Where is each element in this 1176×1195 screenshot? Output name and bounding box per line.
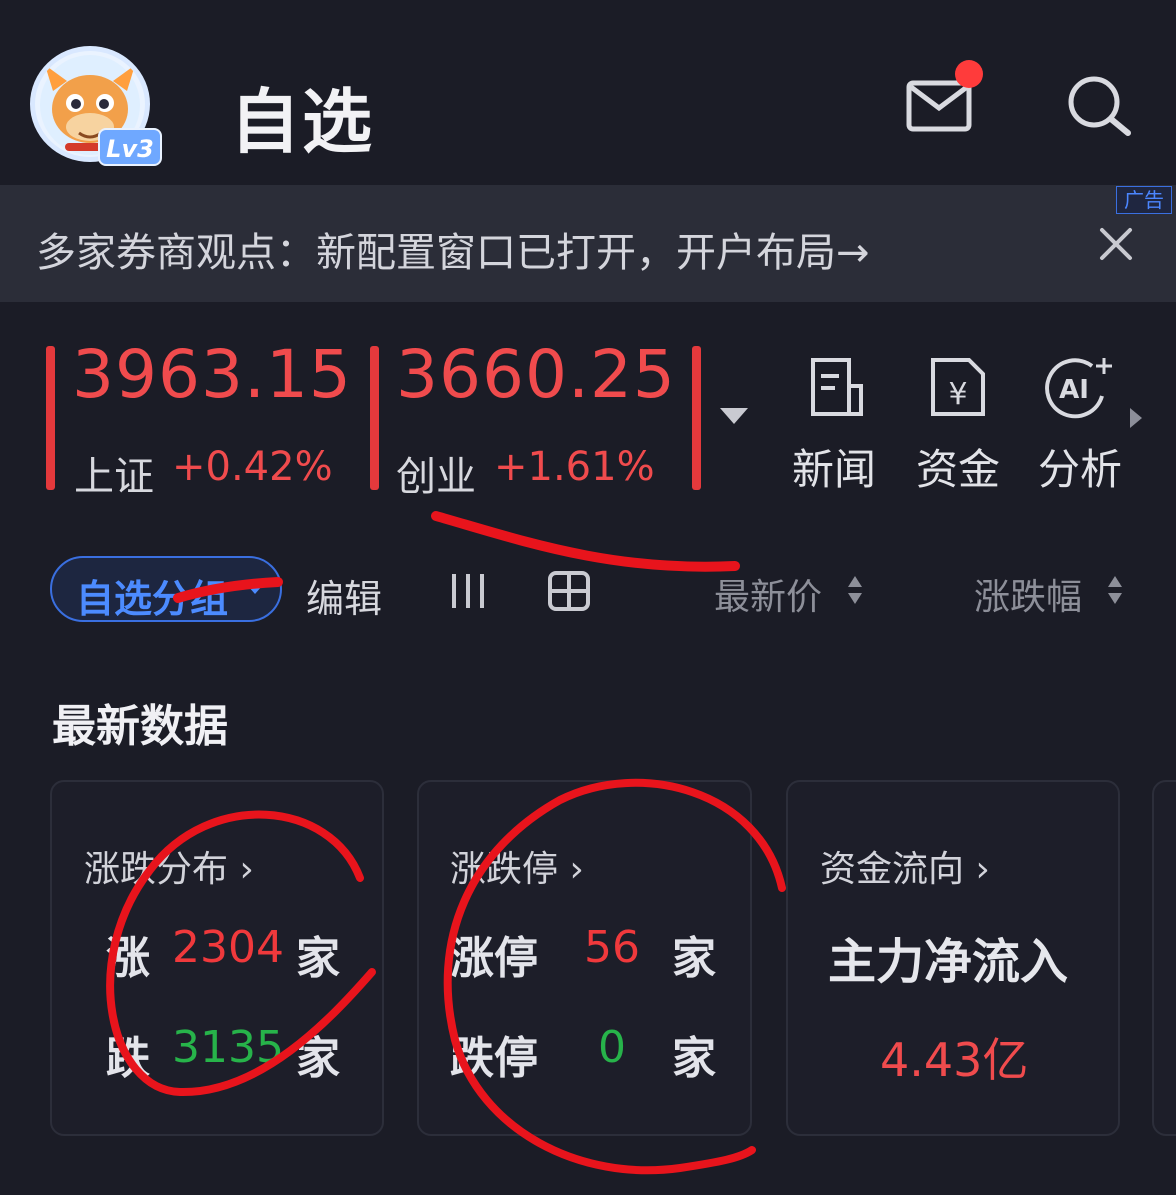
unit-label: 家 bbox=[296, 933, 340, 984]
notification-dot bbox=[955, 60, 983, 88]
tool-analysis[interactable]: AI 分析 bbox=[1030, 352, 1130, 494]
group-selector-label[interactable]: 自选分组 bbox=[76, 568, 228, 623]
news-icon bbox=[811, 358, 863, 416]
limit-down-label: 跌停 bbox=[450, 1033, 538, 1084]
section-title: 最新数据 bbox=[52, 701, 228, 752]
close-icon[interactable] bbox=[1096, 224, 1136, 264]
svg-text:AI: AI bbox=[1059, 375, 1089, 405]
index-name: 创业 bbox=[396, 454, 476, 500]
tool-label: 资金 bbox=[915, 445, 1000, 494]
columns-icon[interactable] bbox=[450, 572, 486, 610]
edit-button[interactable]: 编辑 bbox=[306, 568, 382, 623]
index-value: 3660.25 bbox=[396, 336, 676, 413]
unit-label: 家 bbox=[672, 1033, 716, 1084]
index-change: +0.42% bbox=[172, 444, 333, 490]
mail-icon[interactable] bbox=[906, 80, 972, 132]
ad-tag: 广告 bbox=[1116, 186, 1172, 214]
search-icon[interactable] bbox=[1066, 74, 1132, 136]
tool-label: 分析 bbox=[1037, 445, 1122, 494]
sort-latest-price[interactable]: 最新价 bbox=[714, 568, 822, 620]
index-value: 3963.15 bbox=[72, 336, 352, 413]
rise-label: 涨 bbox=[106, 933, 150, 984]
fall-count: 3135 bbox=[172, 1022, 284, 1073]
page-title: 自选 bbox=[230, 81, 374, 163]
index-bar bbox=[46, 346, 55, 490]
limit-up-label: 涨停 bbox=[450, 933, 538, 984]
tool-fund[interactable]: ¥ 资金 bbox=[908, 352, 1008, 494]
chevron-down-icon[interactable] bbox=[720, 408, 748, 424]
limit-up-count: 56 bbox=[584, 922, 640, 973]
index-name: 上证 bbox=[74, 454, 154, 500]
chevron-right-icon[interactable] bbox=[1130, 408, 1142, 428]
unit-label: 家 bbox=[296, 1033, 340, 1084]
card-title[interactable]: 涨跌停 › bbox=[450, 840, 584, 892]
tool-label: 新闻 bbox=[791, 445, 876, 494]
index-bar-partial bbox=[692, 346, 701, 490]
tool-news[interactable]: 新闻 bbox=[784, 352, 884, 494]
fund-yen-icon: ¥ bbox=[931, 358, 985, 416]
ad-banner-text[interactable]: 多家券商观点：新配置窗口已打开，开户布局→ bbox=[36, 220, 870, 278]
card-title[interactable]: 资金流向 › bbox=[820, 840, 990, 892]
level-badge: Lv3 bbox=[98, 128, 162, 166]
card-next-partial[interactable] bbox=[1152, 780, 1176, 1136]
index-bar bbox=[370, 346, 379, 490]
main-inflow-label: 主力净流入 bbox=[828, 934, 1069, 990]
index-change: +1.61% bbox=[494, 444, 655, 490]
grid-icon[interactable] bbox=[548, 571, 590, 611]
ai-analysis-icon: AI bbox=[1045, 358, 1112, 419]
sort-icon bbox=[848, 576, 862, 610]
main-inflow-value: 4.43亿 bbox=[880, 1033, 1029, 1087]
unit-label: 家 bbox=[672, 933, 716, 984]
top-header: Lv3 自选 bbox=[0, 0, 1176, 185]
sort-icon bbox=[1108, 576, 1122, 610]
sort-change-pct[interactable]: 涨跌幅 bbox=[974, 568, 1082, 620]
limit-down-count: 0 bbox=[598, 1022, 626, 1073]
rise-count: 2304 bbox=[172, 922, 284, 973]
svg-text:¥: ¥ bbox=[948, 377, 967, 412]
card-title[interactable]: 涨跌分布 › bbox=[84, 840, 254, 892]
caret-down-icon bbox=[248, 586, 262, 594]
fall-label: 跌 bbox=[106, 1033, 150, 1084]
